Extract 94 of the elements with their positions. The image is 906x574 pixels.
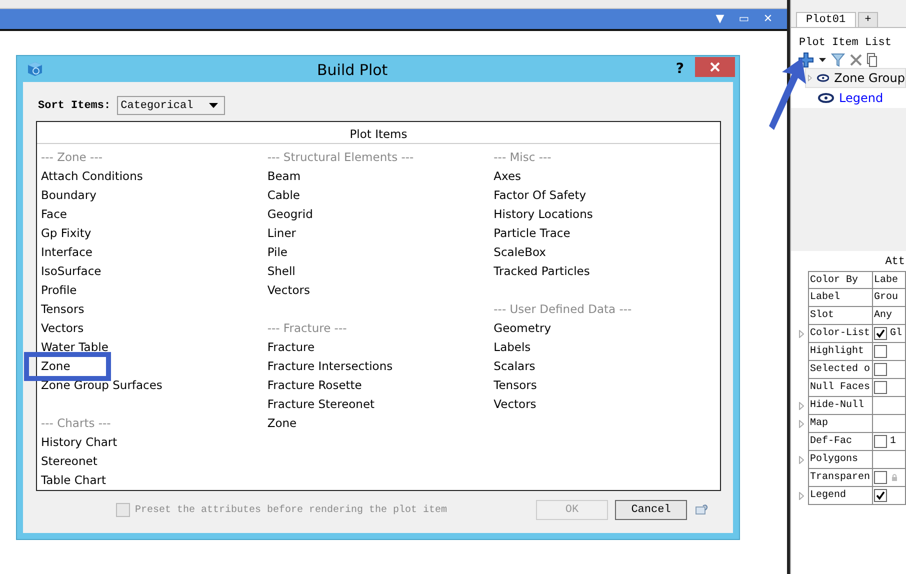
help-button[interactable]: ? xyxy=(676,61,684,77)
table-cell: Map xyxy=(808,415,873,433)
help-icon[interactable] xyxy=(695,504,709,516)
plot-item[interactable]: Vectors xyxy=(494,395,536,414)
caret-icon[interactable] xyxy=(819,58,826,62)
copy-icon[interactable] xyxy=(867,53,877,67)
cell-value: Gl xyxy=(890,328,902,339)
plot-item[interactable]: Stereonet xyxy=(41,452,98,471)
dialog-title: Build Plot xyxy=(317,61,388,79)
plot-item[interactable]: Cable xyxy=(267,186,300,205)
plot-item[interactable]: Geogrid xyxy=(267,205,313,224)
tab[interactable]: Plot01 xyxy=(796,12,856,27)
plot-item[interactable]: Interface xyxy=(41,243,92,262)
add-icon[interactable] xyxy=(798,52,814,68)
dropdown-button[interactable]: ▼ xyxy=(713,13,727,25)
plot-item[interactable]: IsoSurface xyxy=(41,262,102,281)
plot-item-row[interactable]: Zone Group xyxy=(805,68,906,88)
table-cell: Highlight xyxy=(808,343,873,361)
plot-item[interactable]: Factor Of Safety xyxy=(494,186,586,205)
category-header: --- User Defined Data --- xyxy=(494,301,632,318)
plot-item[interactable]: Pile xyxy=(267,243,288,262)
plot-item[interactable]: Face xyxy=(41,205,68,224)
cube-icon[interactable] xyxy=(27,61,43,77)
plot-item[interactable]: Gp Fixity xyxy=(41,224,92,243)
plot-item[interactable]: Axes xyxy=(494,167,522,186)
table-header: Att xyxy=(885,256,905,268)
table-cell: Hide-Null xyxy=(808,397,873,415)
plot-item[interactable]: Beam xyxy=(267,167,301,186)
cell-value: 1 xyxy=(890,436,896,447)
table-cell: Color By xyxy=(808,271,873,289)
caret-icon[interactable] xyxy=(209,103,218,108)
category-header: --- Fracture --- xyxy=(267,320,347,337)
category-header: --- Charts --- xyxy=(41,415,111,432)
table-cell: Transparen xyxy=(808,469,873,487)
cancel-button[interactable]: Cancel xyxy=(615,500,687,520)
restore-button[interactable]: ▭ xyxy=(737,13,751,25)
plot-item[interactable]: Vectors xyxy=(267,281,310,300)
plot-item[interactable]: Scalars xyxy=(494,357,536,376)
category-header: --- Misc --- xyxy=(494,149,552,166)
table-cell: Any xyxy=(873,307,906,325)
table-cell: Def-Fac xyxy=(808,433,873,451)
plot-item[interactable]: Fracture Rosette xyxy=(267,376,362,395)
table-cell: Labe xyxy=(873,271,906,289)
eye-icon[interactable] xyxy=(816,73,830,83)
table-cell: Null Faces xyxy=(808,379,873,397)
plot-item[interactable]: Vectors xyxy=(41,319,84,338)
table-cell: Polygons xyxy=(808,451,873,469)
plot-item[interactable]: Tracked Particles xyxy=(494,262,590,281)
checkbox-label: Preset the attributes before rendering the plot item xyxy=(135,504,448,516)
plot-item[interactable]: Boundary xyxy=(41,186,96,205)
checkbox[interactable] xyxy=(874,381,887,394)
plot-item[interactable]: Geometry xyxy=(494,319,551,338)
close-icon[interactable] xyxy=(710,62,720,72)
plot-item[interactable]: Fracture Stereonet xyxy=(267,395,375,414)
table-cell: Selected o xyxy=(808,361,873,379)
sort-dropdown[interactable]: Categorical xyxy=(116,96,226,115)
category-header: --- Structural Elements --- xyxy=(267,149,414,166)
plot-item[interactable]: Labels xyxy=(494,338,531,357)
plot-item[interactable]: Liner xyxy=(267,224,296,243)
list-label: Plot Item List xyxy=(798,36,892,49)
close-button[interactable] xyxy=(695,57,735,77)
sort-label: Sort Items: xyxy=(38,100,111,112)
category-header: --- Zone --- xyxy=(41,149,102,166)
table-cell: Label xyxy=(808,289,873,307)
eye-icon[interactable] xyxy=(818,93,834,103)
list-header: Plot Items xyxy=(350,126,408,140)
plot-item[interactable]: Fracture xyxy=(267,338,315,357)
tab[interactable]: + xyxy=(858,12,878,27)
checkbox[interactable] xyxy=(874,471,887,484)
table-cell: Color-List xyxy=(808,325,873,343)
delete-icon[interactable] xyxy=(850,54,862,66)
plot-item[interactable]: History Chart xyxy=(41,433,118,452)
close-button[interactable]: ✕ xyxy=(761,13,775,25)
plot-item[interactable]: Tensors xyxy=(494,376,537,395)
plot-item[interactable]: Tensors xyxy=(41,300,84,319)
table-cell: Legend xyxy=(808,487,873,505)
plot-item[interactable]: Shell xyxy=(267,262,296,281)
plot-item[interactable]: Profile xyxy=(41,281,77,300)
checkbox[interactable] xyxy=(874,345,887,358)
plot-item[interactable]: Table Chart xyxy=(41,471,106,490)
plot-item[interactable]: ScaleBox xyxy=(494,243,546,262)
plot-item[interactable]: Water Table xyxy=(41,338,108,357)
plot-item[interactable]: Zone Group Surfaces xyxy=(41,376,162,395)
plot-item[interactable]: History Locations xyxy=(494,205,593,224)
plot-item-row[interactable]: Legend xyxy=(805,88,906,108)
plot-item[interactable]: Attach Conditions xyxy=(41,167,143,186)
plot-item[interactable]: Fracture Intersections xyxy=(267,357,393,376)
table-cell: Slot xyxy=(808,307,873,325)
plot-item[interactable]: Zone xyxy=(41,357,70,376)
checkbox[interactable] xyxy=(874,435,887,448)
table-cell: Grou xyxy=(873,289,906,307)
plot-item[interactable]: Zone xyxy=(267,414,297,433)
plot-item[interactable]: Particle Trace xyxy=(494,224,570,243)
checkbox[interactable] xyxy=(874,363,887,376)
